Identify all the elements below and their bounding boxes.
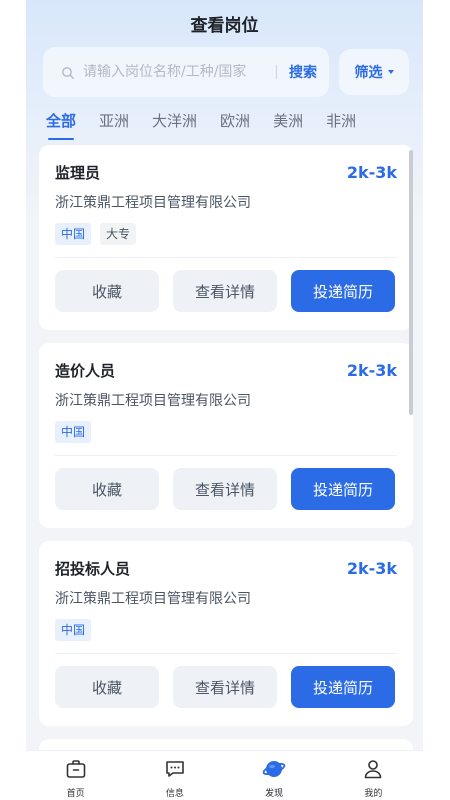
tab-africa[interactable]: 非洲 <box>326 110 356 136</box>
filter-button[interactable]: 筛选 <box>339 49 409 95</box>
filter-label: 筛选 <box>354 65 383 81</box>
tabbar-label: 我的 <box>364 789 383 799</box>
apply-button[interactable]: 投递简历 <box>291 468 395 510</box>
job-tags: 中国 <box>55 619 397 641</box>
tag-country: 中国 <box>55 223 92 245</box>
planet-icon <box>262 757 286 781</box>
view-details-button[interactable]: 查看详情 <box>173 666 277 708</box>
search-row: 搜索 筛选 <box>43 47 409 97</box>
search-input[interactable] <box>83 64 270 80</box>
card-actions: 收藏 查看详情 投递简历 <box>55 468 397 510</box>
favorite-button[interactable]: 收藏 <box>55 666 159 708</box>
app-screen: 查看岗位 搜索 筛选 全部 亚洲 大洋洲 欧洲 美洲 非洲 监理员 2k-3k <box>26 0 423 800</box>
job-card[interactable]: 造价人员 2k-3k 浙江策鼎工程项目管理有限公司 中国 收藏 查看详情 投递简… <box>39 343 413 528</box>
tabbar-item-messages[interactable]: 信息 <box>125 751 224 800</box>
view-details-button[interactable]: 查看详情 <box>173 270 277 312</box>
briefcase-icon <box>64 757 88 781</box>
tabbar-label: 首页 <box>66 789 85 799</box>
apply-button[interactable]: 投递简历 <box>291 666 395 708</box>
company-name: 浙江策鼎工程项目管理有限公司 <box>55 195 251 211</box>
job-title: 监理员 <box>55 163 101 182</box>
favorite-button[interactable]: 收藏 <box>55 468 159 510</box>
tag-education: 大专 <box>100 223 137 245</box>
job-card[interactable]: 招投标人员 2k-3k 浙江策鼎工程项目管理有限公司 中国 收藏 查看详情 投递… <box>39 541 413 726</box>
job-tags: 中国 <box>55 421 397 443</box>
tab-oceania[interactable]: 大洋洲 <box>152 110 197 136</box>
favorite-button[interactable]: 收藏 <box>55 270 159 312</box>
tabbar-item-home[interactable]: 首页 <box>26 751 125 800</box>
tabbar-label: 发现 <box>265 789 284 799</box>
bottom-tabbar: 首页 信息 发现 我的 <box>26 750 423 800</box>
company-name: 浙江策鼎工程项目管理有限公司 <box>55 393 251 409</box>
view-details-button[interactable]: 查看详情 <box>173 468 277 510</box>
scrollbar[interactable] <box>409 150 413 415</box>
card-actions: 收藏 查看详情 投递简历 <box>55 666 397 708</box>
search-button[interactable]: 搜索 <box>289 62 317 82</box>
tabbar-item-profile[interactable]: 我的 <box>324 751 423 800</box>
card-actions: 收藏 查看详情 投递简历 <box>55 270 397 312</box>
user-icon <box>361 757 385 781</box>
tabbar-label: 信息 <box>165 789 184 799</box>
card-divider <box>55 455 397 456</box>
job-title: 造价人员 <box>55 361 116 380</box>
card-divider <box>55 653 397 654</box>
caret-down-icon <box>387 70 394 74</box>
message-icon <box>163 757 187 781</box>
job-salary: 2k-3k <box>346 558 397 578</box>
search-box[interactable]: 搜索 <box>43 47 329 97</box>
tabbar-item-discover[interactable]: 发现 <box>225 751 324 800</box>
search-divider <box>276 65 277 79</box>
header: 查看岗位 <box>26 0 423 46</box>
job-salary: 2k-3k <box>346 162 397 182</box>
job-salary: 2k-3k <box>346 360 397 380</box>
job-tags: 中国 大专 <box>55 223 397 245</box>
page-title: 查看岗位 <box>190 15 259 36</box>
tab-americas[interactable]: 美洲 <box>273 110 303 136</box>
apply-button[interactable]: 投递简历 <box>291 270 395 312</box>
company-name: 浙江策鼎工程项目管理有限公司 <box>55 591 251 607</box>
tag-country: 中国 <box>55 619 92 641</box>
card-divider <box>55 257 397 258</box>
tab-all[interactable]: 全部 <box>46 110 76 140</box>
tag-country: 中国 <box>55 421 92 443</box>
search-icon <box>61 65 75 79</box>
region-tabs: 全部 亚洲 大洋洲 欧洲 美洲 非洲 <box>46 110 379 140</box>
job-card[interactable]: 监理员 2k-3k 浙江策鼎工程项目管理有限公司 中国 大专 收藏 查看详情 投… <box>39 145 413 330</box>
job-title: 招投标人员 <box>55 559 131 578</box>
tab-europe[interactable]: 欧洲 <box>220 110 250 136</box>
tab-asia[interactable]: 亚洲 <box>99 110 129 136</box>
